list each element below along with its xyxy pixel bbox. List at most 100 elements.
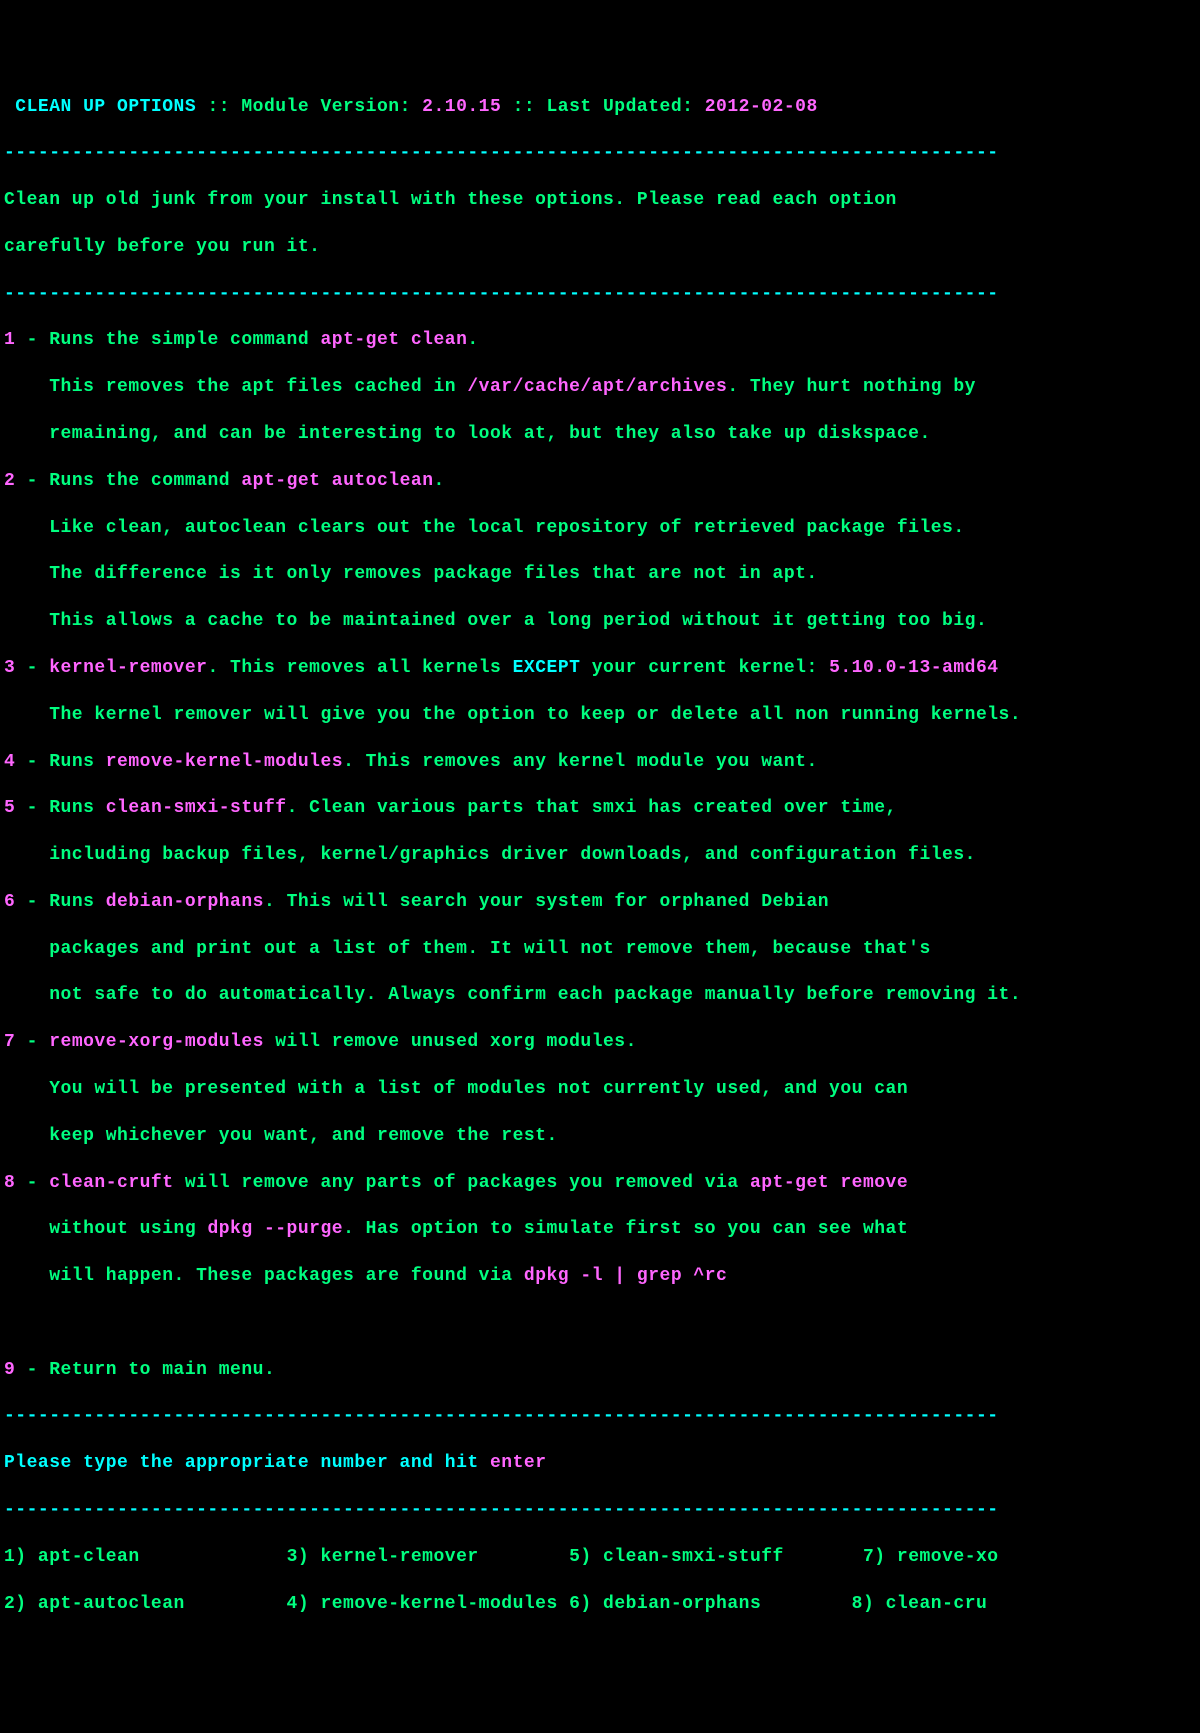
opt-text: Runs xyxy=(49,752,106,772)
option-3-desc: The kernel remover will give you the opt… xyxy=(4,704,1200,727)
option-2[interactable]: 2 - Runs the command apt-get autoclean. xyxy=(4,470,1200,493)
opt-text: . xyxy=(467,330,478,350)
menu-item-8[interactable]: 8) clean-cru xyxy=(852,1594,988,1614)
opt-number: 1 xyxy=(4,330,15,350)
opt-text: will happen. These packages are found vi… xyxy=(4,1266,524,1286)
menu-item-3[interactable]: 3) kernel-remover xyxy=(287,1547,479,1567)
gap xyxy=(784,1547,863,1567)
command: apt-get autoclean xyxy=(241,471,433,491)
dash: - xyxy=(15,1173,49,1193)
dash: - xyxy=(15,752,49,772)
menu-item-5[interactable]: 5) clean-smxi-stuff xyxy=(569,1547,784,1567)
opt-number: 2 xyxy=(4,471,15,491)
opt-text: will remove unused xorg modules. xyxy=(264,1032,637,1052)
option-8-desc: without using dpkg --purge. Has option t… xyxy=(4,1218,1200,1241)
option-2-desc: This allows a cache to be maintained ove… xyxy=(4,610,1200,633)
menu-item-7[interactable]: 7) remove-xo xyxy=(863,1547,999,1567)
command: dpkg -l | grep ^rc xyxy=(524,1266,727,1286)
command: dpkg --purge xyxy=(207,1219,343,1239)
gap xyxy=(558,1594,569,1614)
menu-item-6[interactable]: 6) debian-orphans xyxy=(569,1594,761,1614)
opt-text: . This will search your system for orpha… xyxy=(264,892,829,912)
gap xyxy=(185,1594,287,1614)
opt-text: your current kernel: xyxy=(580,658,829,678)
updated-label: Last Updated: xyxy=(547,97,705,117)
opt-text: . They hurt nothing by xyxy=(727,377,976,397)
opt-text: . Clean various parts that smxi has crea… xyxy=(287,798,897,818)
command: clean-smxi-stuff xyxy=(106,798,287,818)
option-3[interactable]: 3 - kernel-remover. This removes all ker… xyxy=(4,657,1200,680)
gap xyxy=(761,1594,851,1614)
opt-text: Runs xyxy=(49,798,106,818)
gap xyxy=(140,1547,287,1567)
header-line: CLEAN UP OPTIONS :: Module Version: 2.10… xyxy=(4,96,1200,119)
blank-line xyxy=(4,1312,1200,1335)
option-5[interactable]: 5 - Runs clean-smxi-stuff. Clean various… xyxy=(4,797,1200,820)
option-2-desc: Like clean, autoclean clears out the loc… xyxy=(4,517,1200,540)
opt-number: 5 xyxy=(4,798,15,818)
gap xyxy=(479,1547,569,1567)
option-1-desc: This removes the apt files cached in /va… xyxy=(4,376,1200,399)
option-8-desc: will happen. These packages are found vi… xyxy=(4,1265,1200,1288)
opt-text: Runs the command xyxy=(49,471,241,491)
updated-date: 2012-02-08 xyxy=(705,97,818,117)
opt-text: without using xyxy=(4,1219,207,1239)
command: apt-get remove xyxy=(750,1173,908,1193)
keyword-except: EXCEPT xyxy=(513,658,581,678)
kernel-version: 5.10.0-13-amd64 xyxy=(829,658,999,678)
sep: :: xyxy=(207,97,241,117)
dash: - xyxy=(15,658,49,678)
dash: - xyxy=(15,1032,49,1052)
option-7-desc: You will be presented with a list of mod… xyxy=(4,1078,1200,1101)
opt-text: Runs xyxy=(49,892,106,912)
prompt-text: Please type the appropriate number and h… xyxy=(4,1453,490,1473)
option-5-desc: including backup files, kernel/graphics … xyxy=(4,844,1200,867)
command: remove-kernel-modules xyxy=(106,752,343,772)
opt-text: Runs the simple command xyxy=(49,330,320,350)
menu-item-4[interactable]: 4) remove-kernel-modules xyxy=(287,1594,558,1614)
dash: - xyxy=(15,1360,49,1380)
opt-number: 7 xyxy=(4,1032,15,1052)
opt-text: This removes the apt files cached in xyxy=(4,377,467,397)
option-6-desc: not safe to do automatically. Always con… xyxy=(4,984,1200,1007)
module-version: 2.10.15 xyxy=(422,97,512,117)
opt-text: . This removes all kernels xyxy=(207,658,512,678)
opt-number: 8 xyxy=(4,1173,15,1193)
option-1-desc: remaining, and can be interesting to loo… xyxy=(4,423,1200,446)
option-8[interactable]: 8 - clean-cruft will remove any parts of… xyxy=(4,1172,1200,1195)
intro-line: carefully before you run it. xyxy=(4,236,1200,259)
menu-item-1[interactable]: 1) apt-clean xyxy=(4,1547,140,1567)
option-4[interactable]: 4 - Runs remove-kernel-modules. This rem… xyxy=(4,751,1200,774)
sep: :: xyxy=(513,97,547,117)
command: apt-get clean xyxy=(320,330,467,350)
option-2-desc: The difference is it only removes packag… xyxy=(4,563,1200,586)
menu-row-2: 2) apt-autoclean 4) remove-kernel-module… xyxy=(4,1593,1200,1616)
command: kernel-remover xyxy=(49,658,207,678)
opt-text: . This removes any kernel module you wan… xyxy=(343,752,818,772)
divider: ----------------------------------------… xyxy=(4,142,1200,165)
option-7[interactable]: 7 - remove-xorg-modules will remove unus… xyxy=(4,1031,1200,1054)
option-1[interactable]: 1 - Runs the simple command apt-get clea… xyxy=(4,329,1200,352)
divider: ----------------------------------------… xyxy=(4,1405,1200,1428)
command: clean-cruft xyxy=(49,1173,173,1193)
menu-item-2[interactable]: 2) apt-autoclean xyxy=(4,1594,185,1614)
opt-text: will remove any parts of packages you re… xyxy=(174,1173,750,1193)
option-9[interactable]: 9 - Return to main menu. xyxy=(4,1359,1200,1382)
option-6-desc: packages and print out a list of them. I… xyxy=(4,938,1200,961)
option-6[interactable]: 6 - Runs debian-orphans. This will searc… xyxy=(4,891,1200,914)
command: remove-xorg-modules xyxy=(49,1032,264,1052)
opt-number: 3 xyxy=(4,658,15,678)
opt-text: . Has option to simulate first so you ca… xyxy=(343,1219,908,1239)
dash: - xyxy=(15,330,49,350)
dash: - xyxy=(15,798,49,818)
opt-number: 6 xyxy=(4,892,15,912)
opt-number: 4 xyxy=(4,752,15,772)
opt-text: . xyxy=(434,471,445,491)
path: /var/cache/apt/archives xyxy=(467,377,727,397)
dash: - xyxy=(15,892,49,912)
option-7-desc: keep whichever you want, and remove the … xyxy=(4,1125,1200,1148)
opt-text: Return to main menu. xyxy=(49,1360,275,1380)
prompt-key: enter xyxy=(490,1453,547,1473)
divider: ----------------------------------------… xyxy=(4,283,1200,306)
screen-title: CLEAN UP OPTIONS xyxy=(4,97,207,117)
